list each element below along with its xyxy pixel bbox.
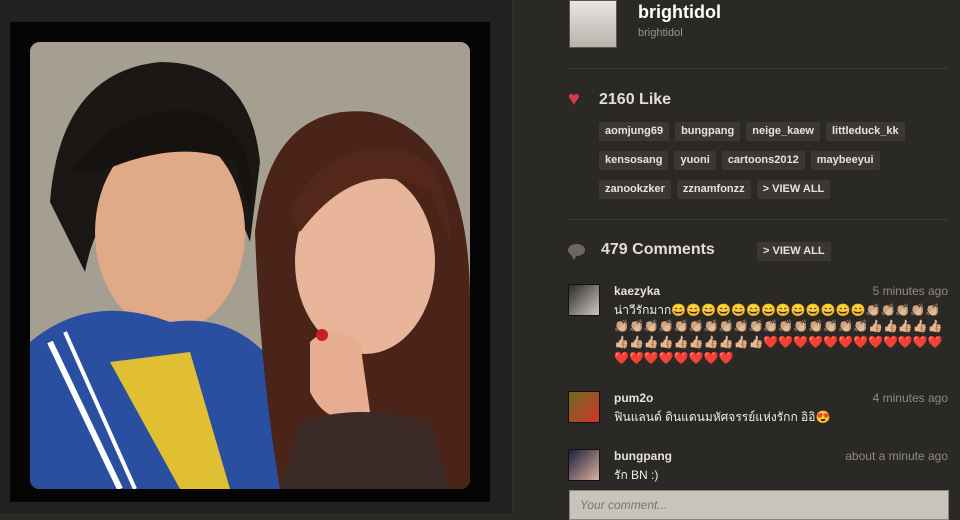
liker-tag[interactable]: neige_kaew: [746, 122, 820, 141]
liker-tag[interactable]: yuoni: [674, 151, 716, 170]
liker-tag[interactable]: aomjung69: [599, 122, 670, 141]
liker-tags: aomjung69 bungpang neige_kaew littleduck_kk…: [599, 121, 939, 208]
owner-name[interactable]: brightidol: [638, 2, 721, 23]
info-panel: brightidol brightidol ♥ 2160 Like aomjun…: [514, 0, 960, 520]
divider: [568, 219, 948, 220]
comment-avatar[interactable]: [568, 391, 600, 423]
liker-tag[interactable]: bungpang: [675, 122, 741, 141]
comment-input[interactable]: [570, 491, 948, 519]
photo-frame: [10, 22, 490, 502]
liker-tag[interactable]: maybeeyui: [810, 151, 880, 170]
comment-text: รัก BN :): [614, 468, 659, 482]
comments-count: 479 Comments: [601, 241, 715, 258]
divider: [568, 68, 948, 69]
heart-icon[interactable]: ♥: [568, 88, 580, 110]
comment-avatar[interactable]: [568, 449, 600, 481]
liker-tag[interactable]: cartoons2012: [721, 151, 805, 170]
comment-box: [569, 490, 949, 520]
comment-username[interactable]: kaezyka: [614, 284, 660, 298]
liker-tag[interactable]: littleduck_kk: [826, 122, 905, 141]
photo[interactable]: [30, 42, 470, 489]
likes-count: 2160 Like: [599, 91, 672, 108]
photo-panel: [0, 0, 514, 513]
comment-time: 5 minutes ago: [872, 284, 948, 298]
comment-avatar[interactable]: [568, 284, 600, 316]
owner-handle: brightidol: [638, 27, 683, 39]
photo-image: [30, 42, 470, 489]
comment-bubble-icon: [568, 244, 585, 260]
likers-view-all-button[interactable]: > VIEW ALL: [756, 180, 831, 199]
comment-username[interactable]: bungpang: [614, 449, 672, 463]
comment-time: 4 minutes ago: [872, 391, 948, 405]
owner-avatar[interactable]: [569, 0, 617, 48]
comment-text: น่าวีรักมาก😄😄😄😄😄😄😄😄😄😄😄😄😄👏🏼👏🏼👏🏼👏🏼👏🏼👏🏼👏🏼👏🏼…: [614, 303, 943, 365]
comment-username[interactable]: pum2o: [614, 391, 653, 405]
liker-tag[interactable]: zanookzker: [599, 180, 671, 199]
liker-tag[interactable]: kensosang: [599, 151, 669, 170]
comment-time: about a minute ago: [845, 449, 948, 463]
comments-view-all-button[interactable]: > VIEW ALL: [757, 242, 831, 261]
liker-tag[interactable]: zznamfonzz: [676, 180, 751, 199]
comment-text: ฟินแลนด์ ดินแดนมหัศจรรย์แห่งรักก อิอิ😍: [614, 410, 831, 424]
comments-header: 479 Comments > VIEW ALL: [568, 240, 948, 264]
